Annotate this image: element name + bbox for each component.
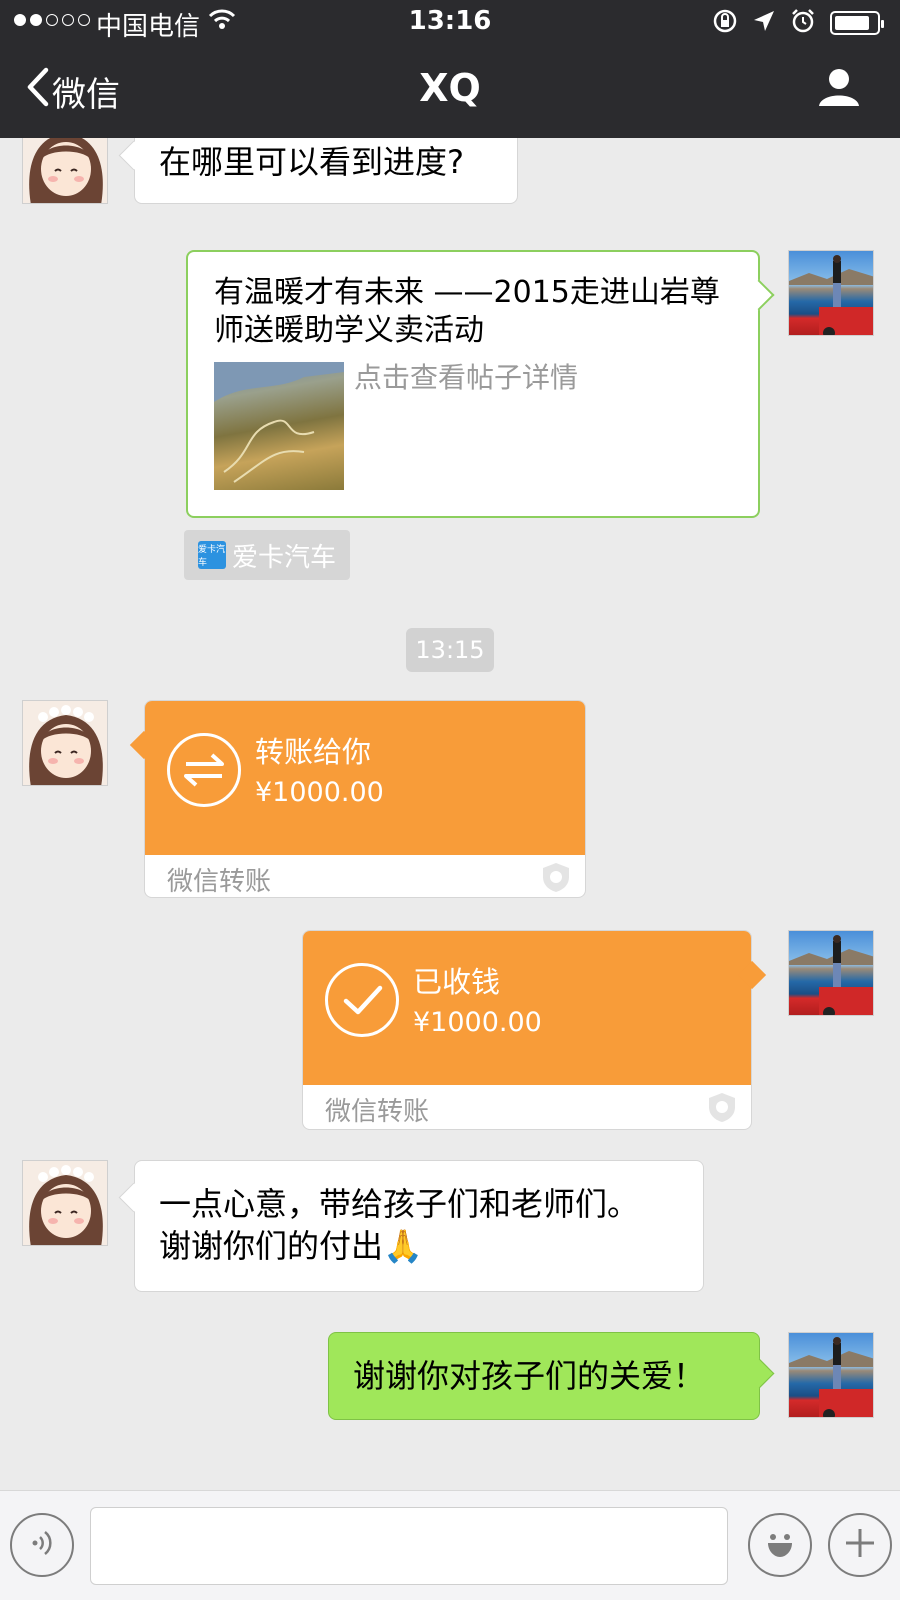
navigation-bar: 微信 XQ xyxy=(0,44,900,138)
transfer-body: 已收钱 ¥1000.00 xyxy=(303,931,751,1085)
pray-emoji-icon: 🙏 xyxy=(383,1227,423,1265)
battery-icon xyxy=(830,11,884,35)
transfer-body: 转账给你 ¥1000.00 xyxy=(145,701,585,855)
battery-level xyxy=(835,16,869,30)
transfer-amount: ¥1000.00 xyxy=(413,1007,542,1038)
message-input[interactable] xyxy=(90,1507,728,1585)
status-bar: 中国电信 13:16 xyxy=(0,0,900,44)
voice-icon xyxy=(25,1526,59,1564)
message-text: 在哪里可以看到进度? xyxy=(159,143,464,181)
shield-icon xyxy=(541,861,571,897)
transfer-label: 已收钱 xyxy=(413,965,501,999)
contact-avatar[interactable] xyxy=(22,138,108,204)
outgoing-message[interactable]: 谢谢你对孩子们的关爱！ xyxy=(328,1332,760,1420)
shield-icon xyxy=(707,1091,737,1127)
link-card[interactable]: 有温暖才有未来 ——2015走进山岩尊师送暖助学义卖活动 点击查看帖子详情 xyxy=(186,250,760,518)
plus-icon xyxy=(842,1525,878,1565)
emoji-icon xyxy=(760,1523,800,1567)
transfer-sent-card[interactable]: 转账给你 ¥1000.00 微信转账 xyxy=(144,700,586,898)
transfer-footer: 微信转账 xyxy=(325,1097,430,1127)
link-card-description: 点击查看帖子详情 xyxy=(354,361,579,394)
emoji-button[interactable] xyxy=(748,1513,812,1577)
checkmark-icon xyxy=(325,963,399,1037)
transfer-amount: ¥1000.00 xyxy=(255,777,384,808)
more-button[interactable] xyxy=(828,1513,892,1577)
profile-icon[interactable] xyxy=(818,66,860,112)
contact-avatar[interactable] xyxy=(22,700,108,786)
transfer-footer: 微信转账 xyxy=(167,867,272,897)
link-source-tag[interactable]: 爱卡汽车 爱卡汽车 xyxy=(184,530,350,580)
message-line-2: 谢谢你们的付出🙏 xyxy=(159,1225,679,1267)
input-bar xyxy=(0,1490,900,1600)
link-card-title: 有温暖才有未来 ——2015走进山岩尊师送暖助学义卖活动 xyxy=(214,275,720,348)
link-source-name: 爱卡汽车 xyxy=(232,542,337,573)
top-bar: 中国电信 13:16 微信 XQ xyxy=(0,0,900,138)
message-text: 谢谢你们的付出 xyxy=(159,1227,384,1265)
incoming-message[interactable]: 一点心意，带给孩子们和老师们。 谢谢你们的付出🙏 xyxy=(134,1160,704,1292)
my-avatar[interactable] xyxy=(788,250,874,336)
aika-logo-icon: 爱卡汽车 xyxy=(198,541,226,569)
message-line-1: 一点心意，带给孩子们和老师们。 xyxy=(159,1185,640,1223)
time-divider: 13:15 xyxy=(406,628,494,672)
voice-button[interactable] xyxy=(10,1513,74,1577)
alarm-icon xyxy=(790,8,816,38)
my-avatar[interactable] xyxy=(788,930,874,1016)
chat-title: XQ xyxy=(419,66,481,110)
transfer-arrows-icon xyxy=(167,733,241,807)
transfer-received-card[interactable]: 已收钱 ¥1000.00 微信转账 xyxy=(302,930,752,1130)
my-avatar[interactable] xyxy=(788,1332,874,1418)
location-icon xyxy=(752,9,776,37)
message-text: 谢谢你对孩子们的关爱！ xyxy=(353,1357,706,1395)
chat-area[interactable]: 在哪里可以看到进度? 有温暖才有未来 ——2015走进山岩尊师送暖助学义卖活动 … xyxy=(0,138,900,1490)
link-card-thumbnail xyxy=(214,362,344,490)
contact-avatar[interactable] xyxy=(22,1160,108,1246)
rotation-lock-icon xyxy=(712,8,738,38)
transfer-label: 转账给你 xyxy=(255,735,372,769)
incoming-message[interactable]: 在哪里可以看到进度? xyxy=(134,138,518,204)
